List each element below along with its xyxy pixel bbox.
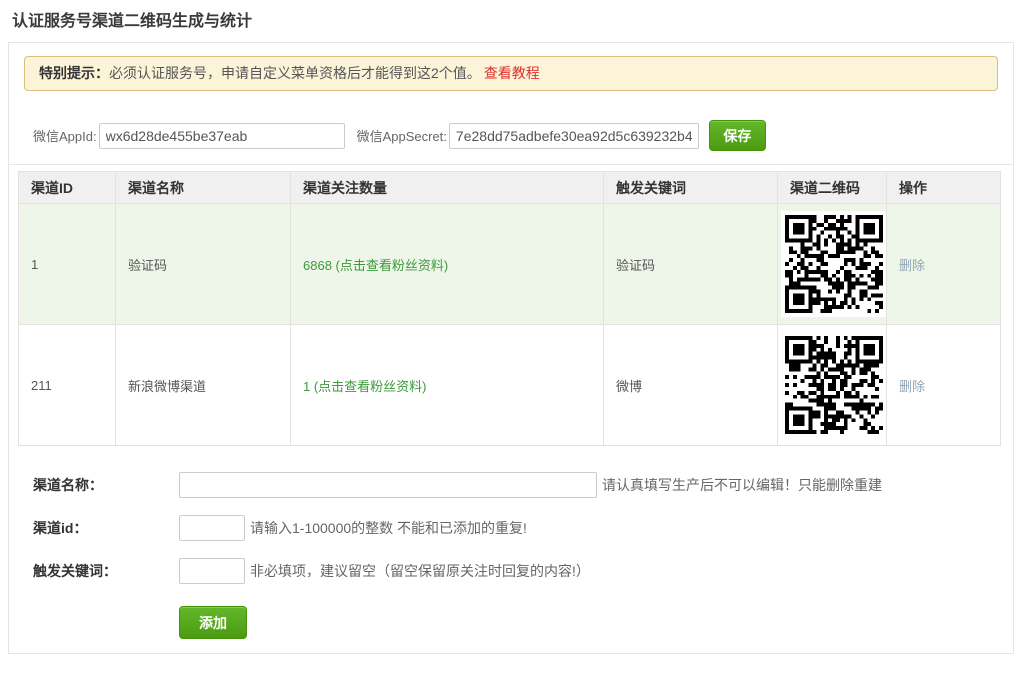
channel-id-label: 渠道id： (33, 518, 179, 538)
channel-name-label: 渠道名称： (33, 475, 179, 495)
appid-input[interactable] (99, 123, 345, 149)
channel-id-cell: 1 (19, 204, 116, 325)
keyword-row: 触发关键词： 非必填项，建议留空（留空保留原关注时回复的内容!） (33, 558, 1013, 584)
tutorial-link[interactable]: 查看教程 (484, 65, 540, 81)
table-row: 1 验证码 6868 (点击查看粉丝资料) 验证码 删除 (19, 204, 1001, 325)
column-header-actions: 操作 (887, 172, 1001, 204)
channel-name-row: 渠道名称： 请认真填写生产后不可以编辑！只能删除重建 (33, 472, 1013, 498)
notice-banner: 特别提示：必须认证服务号，申请自定义菜单资格后才能得到这2个值。查看教程 (24, 56, 998, 91)
channel-name-input[interactable] (179, 472, 597, 498)
delete-link[interactable]: 删除 (899, 258, 925, 273)
keyword-input[interactable] (179, 558, 245, 584)
channel-name-hint: 请认真填写生产后不可以编辑！只能删除重建 (602, 475, 882, 495)
channel-id-cell: 211 (19, 325, 116, 446)
appid-label: 微信AppId: (33, 126, 97, 145)
add-channel-form: 渠道名称： 请认真填写生产后不可以编辑！只能删除重建 渠道id： 请输入1-10… (33, 472, 1013, 639)
column-header-keyword: 触发关键词 (604, 172, 778, 204)
credentials-form: 微信AppId: 微信AppSecret: 保存 (33, 120, 998, 151)
column-header-qrcode: 渠道二维码 (778, 172, 887, 204)
column-header-channel-id: 渠道ID (19, 172, 116, 204)
column-header-channel-name: 渠道名称 (116, 172, 291, 204)
table-header-row: 渠道ID 渠道名称 渠道关注数量 触发关键词 渠道二维码 操作 (19, 172, 1001, 204)
notice-message: 必须认证服务号，申请自定义菜单资格后才能得到这2个值。 (109, 65, 481, 81)
channel-name-cell: 新浪微博渠道 (116, 325, 291, 446)
keyword-label: 触发关键词： (33, 561, 179, 581)
channel-qrcode-image (781, 211, 887, 317)
followers-link[interactable]: 6868 (点击查看粉丝资料) (303, 258, 448, 273)
channel-qrcode-image (781, 332, 887, 438)
delete-link[interactable]: 删除 (899, 379, 925, 394)
main-panel: 特别提示：必须认证服务号，申请自定义菜单资格后才能得到这2个值。查看教程 微信A… (8, 42, 1014, 654)
followers-link[interactable]: 1 (点击查看粉丝资料) (303, 379, 427, 394)
column-header-followers: 渠道关注数量 (291, 172, 604, 204)
keyword-cell: 验证码 (604, 204, 778, 325)
channel-id-hint: 请输入1-100000的整数 不能和已添加的重复! (250, 518, 527, 538)
section-divider (9, 164, 1013, 165)
page-title: 认证服务号渠道二维码生成与统计 (12, 13, 1022, 30)
notice-prefix: 特别提示： (39, 65, 109, 81)
channel-name-cell: 验证码 (116, 204, 291, 325)
channel-id-row: 渠道id： 请输入1-100000的整数 不能和已添加的重复! (33, 515, 1013, 541)
add-button[interactable]: 添加 (179, 606, 247, 639)
keyword-cell: 微博 (604, 325, 778, 446)
appsecret-label: 微信AppSecret: (357, 126, 447, 145)
table-row: 211 新浪微博渠道 1 (点击查看粉丝资料) 微博 删除 (19, 325, 1001, 446)
keyword-hint: 非必填项，建议留空（留空保留原关注时回复的内容!） (250, 561, 590, 581)
channels-table: 渠道ID 渠道名称 渠道关注数量 触发关键词 渠道二维码 操作 1 验证码 68… (18, 171, 1001, 446)
save-button[interactable]: 保存 (709, 120, 766, 151)
channel-id-input[interactable] (179, 515, 245, 541)
appsecret-input[interactable] (449, 123, 699, 149)
